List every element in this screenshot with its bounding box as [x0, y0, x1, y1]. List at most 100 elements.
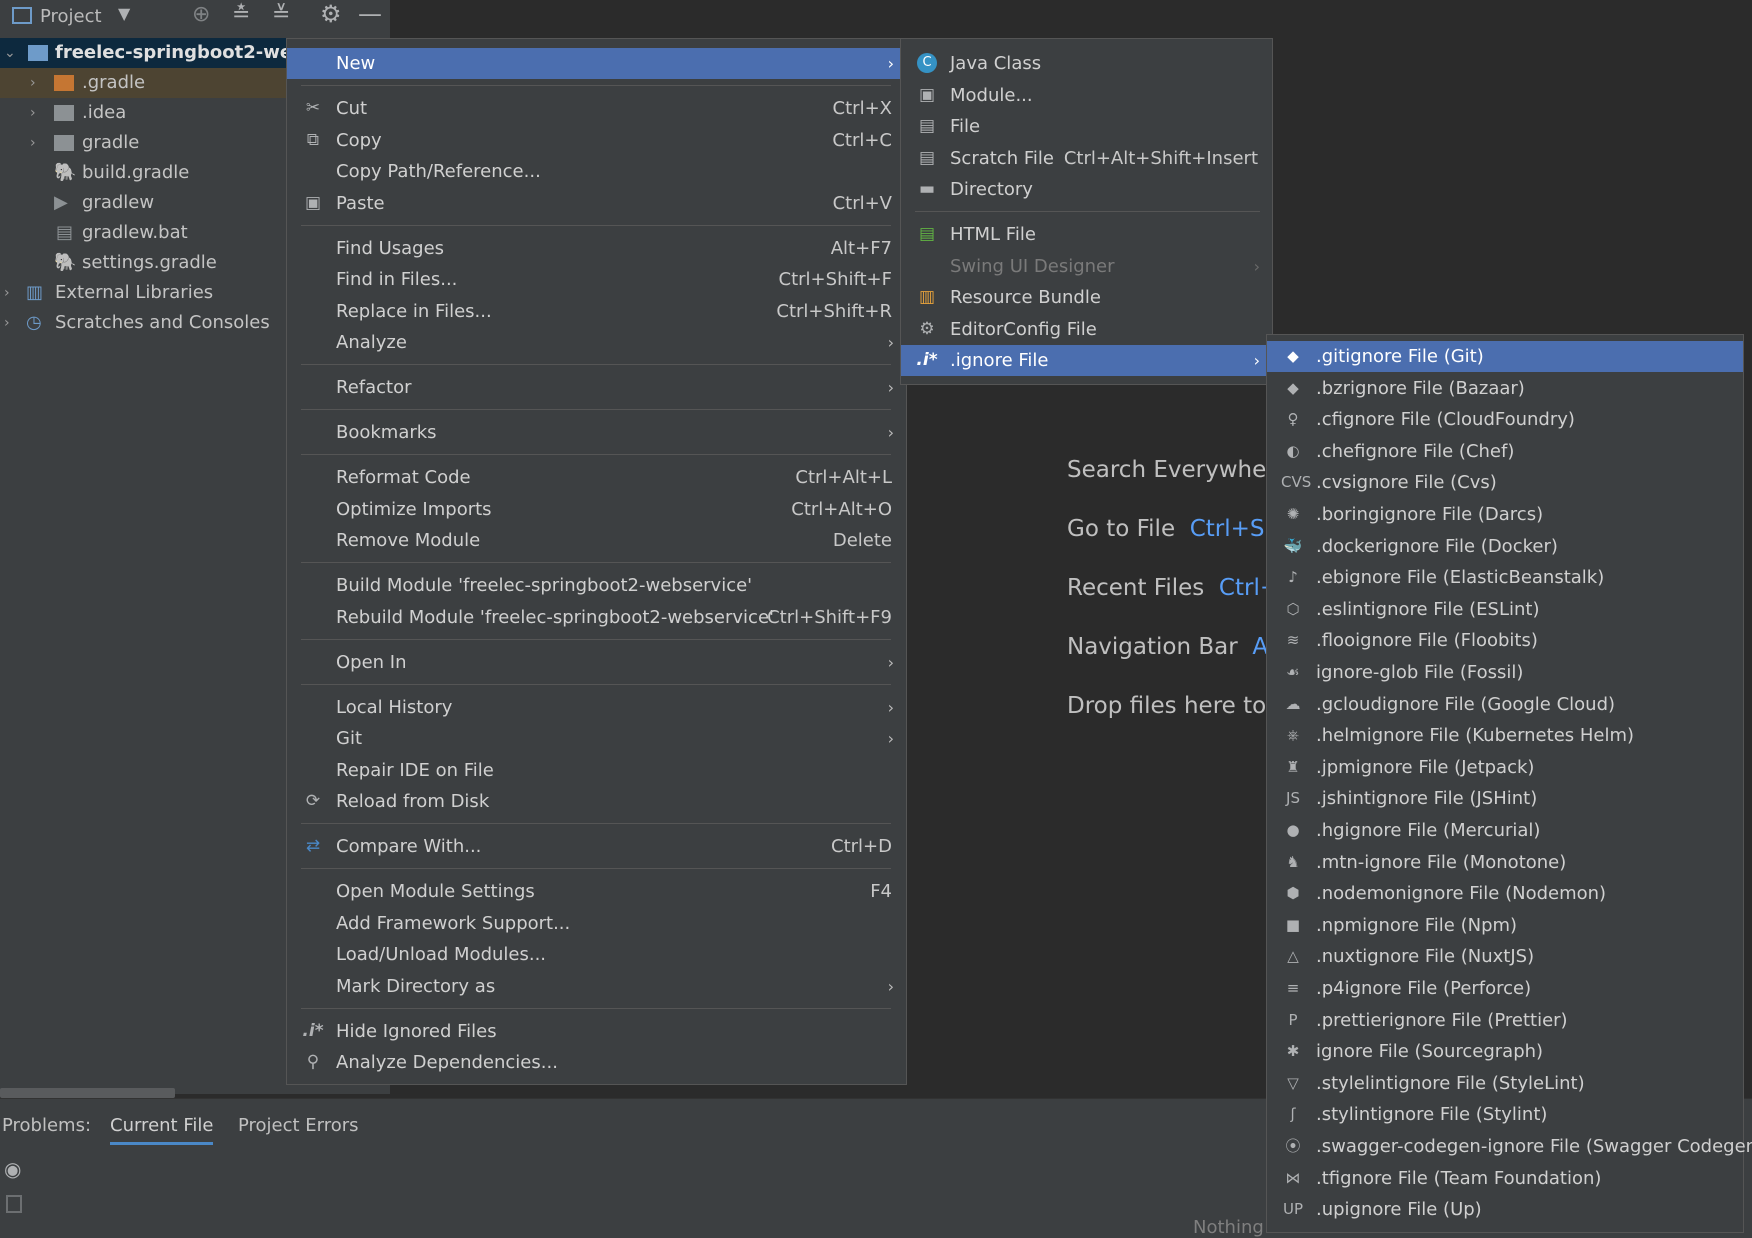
new-item-ignore-file[interactable]: .i* .ignore File ›	[901, 345, 1272, 376]
ignore-item[interactable]: ● .hgignore File (Mercurial)	[1267, 815, 1743, 846]
ignore-type-icon: ⬡	[1286, 599, 1300, 618]
hint-navigation-bar: Navigation Bar Alt	[1067, 634, 1283, 660]
eye-icon[interactable]: ◉	[4, 1157, 21, 1181]
tab-project-errors[interactable]: Project Errors	[238, 1115, 359, 1136]
file-icon: ▤	[918, 116, 936, 136]
menu-item-cut[interactable]: ✂ Cut Ctrl+X	[287, 93, 906, 124]
menu-item-load-unload-modules[interactable]: Load/Unload Modules...	[287, 939, 906, 970]
ignore-item-label: .mtn-ignore File (Monotone)	[1316, 851, 1567, 873]
new-item-java-class[interactable]: C Java Class	[901, 48, 1272, 79]
ignore-item[interactable]: CVS .cvsignore File (Cvs)	[1267, 467, 1743, 498]
menu-item-new[interactable]: New ›	[287, 48, 906, 79]
dropdown-arrow-icon[interactable]: ▼	[118, 4, 130, 23]
menu-item-reformat-code[interactable]: Reformat Code Ctrl+Alt+L	[287, 462, 906, 493]
menu-item-find-usages[interactable]: Find Usages Alt+F7	[287, 233, 906, 264]
menu-separator	[301, 409, 891, 410]
ignore-item[interactable]: P .prettierignore File (Prettier)	[1267, 1005, 1743, 1036]
ignore-type-icon: ▽	[1287, 1073, 1299, 1092]
menu-item-copy[interactable]: ⧉ Copy Ctrl+C	[287, 125, 906, 156]
ignore-item[interactable]: ☙ ignore-glob File (Fossil)	[1267, 657, 1743, 688]
chevron-right-icon[interactable]: ›	[4, 308, 10, 338]
ignore-item[interactable]: ☁ .gcloudignore File (Google Cloud)	[1267, 689, 1743, 720]
menu-item-git[interactable]: Git ›	[287, 723, 906, 754]
menu-item-open-module-settings[interactable]: Open Module Settings F4	[287, 876, 906, 907]
menu-item-local-history[interactable]: Local History ›	[287, 692, 906, 723]
collapse-all-icon[interactable]: ≚	[272, 2, 290, 27]
ignore-item[interactable]: ♞ .mtn-ignore File (Monotone)	[1267, 847, 1743, 878]
menu-item-add-framework-support[interactable]: Add Framework Support...	[287, 908, 906, 939]
menu-item-rebuild-module[interactable]: Rebuild Module 'freelec-springboot2-webs…	[287, 602, 906, 633]
menu-item-build-module[interactable]: Build Module 'freelec-springboot2-webser…	[287, 570, 906, 601]
compare-icon: ⇄	[305, 836, 321, 856]
ignore-item[interactable]: JS .jshintignore File (JSHint)	[1267, 783, 1743, 814]
project-view-title[interactable]: Project	[40, 6, 102, 27]
preview-icon[interactable]	[6, 1195, 22, 1213]
ignore-item[interactable]: ▽ .stylelintignore File (StyleLint)	[1267, 1068, 1743, 1099]
ignore-item[interactable]: ■ .npmignore File (Npm)	[1267, 910, 1743, 941]
menu-item-refactor[interactable]: Refactor ›	[287, 372, 906, 403]
ignore-item[interactable]: ♜ .jpmignore File (Jetpack)	[1267, 752, 1743, 783]
ignore-item[interactable]: ◆ .gitignore File (Git)	[1267, 341, 1743, 372]
ignore-type-icon: ⬢	[1286, 884, 1300, 903]
menu-item-remove-module[interactable]: Remove Module Delete	[287, 525, 906, 556]
new-item-editorconfig-file[interactable]: ⚙ EditorConfig File	[901, 314, 1272, 345]
new-item-directory[interactable]: ▬ Directory	[901, 174, 1272, 205]
chevron-right-icon[interactable]: ›	[4, 278, 10, 308]
menu-item-reload-from-disk[interactable]: ⟳ Reload from Disk	[287, 786, 906, 817]
menu-item-hide-ignored-files[interactable]: .i* Hide Ignored Files	[287, 1016, 906, 1047]
chevron-right-icon[interactable]: ›	[30, 98, 36, 128]
ignore-type-icon: ≋	[1286, 631, 1300, 650]
menu-item-bookmarks[interactable]: Bookmarks ›	[287, 417, 906, 448]
menu-item-replace-in-files[interactable]: Replace in Files... Ctrl+Shift+R	[287, 296, 906, 327]
ignore-item[interactable]: ♀ .cfignore File (CloudFoundry)	[1267, 404, 1743, 435]
new-item-module[interactable]: ▣ Module...	[901, 80, 1272, 111]
ignore-item[interactable]: ≋ .flooignore File (Floobits)	[1267, 625, 1743, 656]
new-item-html-file[interactable]: ▤ HTML File	[901, 219, 1272, 250]
ignore-item[interactable]: ⋈ .tfignore File (Team Foundation)	[1267, 1163, 1743, 1194]
ignore-item[interactable]: ⬡ .eslintignore File (ESLint)	[1267, 594, 1743, 625]
new-item-resource-bundle[interactable]: ▥ Resource Bundle	[901, 282, 1272, 313]
menu-item-open-in[interactable]: Open In ›	[287, 647, 906, 678]
menu-item-repair-ide[interactable]: Repair IDE on File	[287, 755, 906, 786]
ignore-item-label: .bzrignore File (Bazaar)	[1316, 377, 1525, 399]
ignore-item[interactable]: ♪ .ebignore File (ElasticBeanstalk)	[1267, 562, 1743, 593]
minimize-icon[interactable]: —	[358, 0, 382, 28]
text-file-icon: ▤	[56, 222, 74, 243]
chevron-right-icon[interactable]: ›	[30, 128, 36, 158]
menu-item-optimize-imports[interactable]: Optimize Imports Ctrl+Alt+O	[287, 494, 906, 525]
menu-item-analyze-dependencies[interactable]: ⚲ Analyze Dependencies...	[287, 1047, 906, 1078]
ignore-item[interactable]: ✺ .boringignore File (Darcs)	[1267, 499, 1743, 530]
ignore-item[interactable]: UP .upignore File (Up)	[1267, 1194, 1743, 1225]
ignore-item[interactable]: ◆ .bzrignore File (Bazaar)	[1267, 373, 1743, 404]
ignore-item[interactable]: ⎈ .helmignore File (Kubernetes Helm)	[1267, 720, 1743, 751]
ignore-type-icon: ☙	[1286, 663, 1300, 681]
menu-item-analyze[interactable]: Analyze ›	[287, 327, 906, 358]
menu-item-compare-with[interactable]: ⇄ Compare With... Ctrl+D	[287, 831, 906, 862]
ignore-item[interactable]: ⦿ .swagger-codegen-ignore File (Swagger C…	[1267, 1131, 1752, 1162]
problems-label: Problems:	[2, 1115, 92, 1136]
ignore-item[interactable]: ≡ .p4ignore File (Perforce)	[1267, 973, 1743, 1004]
menu-item-copy-path[interactable]: Copy Path/Reference...	[287, 156, 906, 187]
ignore-item[interactable]: 🐳 .dockerignore File (Docker)	[1267, 531, 1743, 562]
chevron-right-icon: ›	[1253, 351, 1260, 370]
ignore-item[interactable]: ◐ .chefignore File (Chef)	[1267, 436, 1743, 467]
ignore-type-icon: ✱	[1286, 1042, 1300, 1061]
menu-item-mark-directory-as[interactable]: Mark Directory as ›	[287, 971, 906, 1002]
expand-all-icon[interactable]: ≛	[232, 2, 250, 27]
chevron-right-icon[interactable]: ›	[30, 68, 36, 98]
horizontal-scrollbar[interactable]	[0, 1088, 175, 1098]
ignore-item[interactable]: ⬢ .nodemonignore File (Nodemon)	[1267, 878, 1743, 909]
chevron-down-icon[interactable]: ⌄	[4, 38, 16, 68]
locate-icon[interactable]: ⊕	[192, 2, 210, 27]
script-file-icon: ▶	[54, 192, 68, 213]
new-item-swing-ui-designer[interactable]: Swing UI Designer ›	[901, 251, 1272, 282]
tab-current-file[interactable]: Current File	[110, 1115, 214, 1145]
ignore-item[interactable]: △ .nuxtignore File (NuxtJS)	[1267, 941, 1743, 972]
ignore-item[interactable]: ʃ .stylintignore File (Stylint)	[1267, 1099, 1743, 1130]
new-item-file[interactable]: ▤ File	[901, 111, 1272, 142]
new-item-scratch-file[interactable]: ▤ Scratch File Ctrl+Alt+Shift+Insert	[901, 143, 1272, 174]
menu-item-find-in-files[interactable]: Find in Files... Ctrl+Shift+F	[287, 264, 906, 295]
ignore-item[interactable]: ✱ ignore File (Sourcegraph)	[1267, 1036, 1743, 1067]
menu-item-paste[interactable]: ▣ Paste Ctrl+V	[287, 188, 906, 219]
gear-icon[interactable]: ⚙	[320, 0, 342, 28]
